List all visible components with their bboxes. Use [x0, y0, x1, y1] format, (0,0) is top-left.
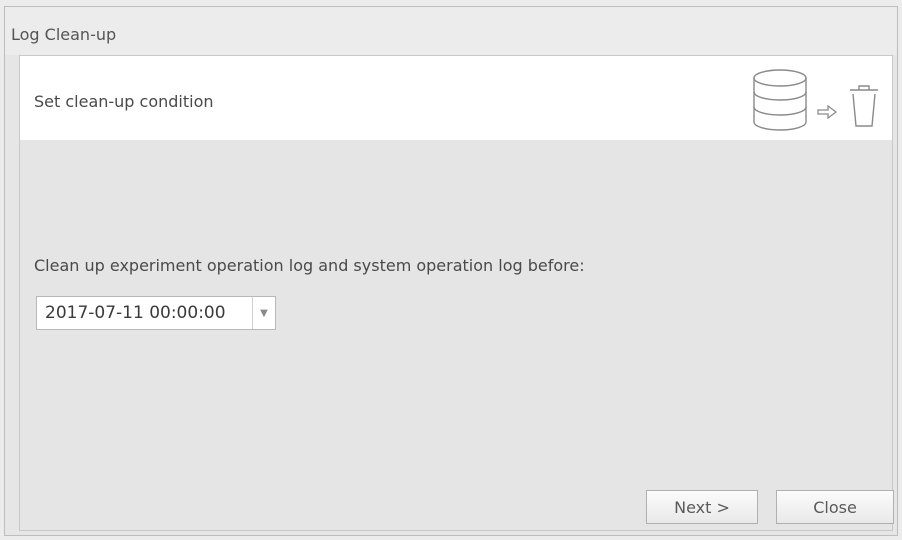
title-bar: Log Clean-up — [5, 7, 897, 55]
arrow-right-icon — [817, 104, 838, 120]
next-button[interactable]: Next > — [646, 490, 758, 524]
cleanup-prompt: Clean up experiment operation log and sy… — [34, 256, 585, 275]
step-title: Set clean-up condition — [34, 92, 214, 111]
log-cleanup-dialog: Log Clean-up Set clean-up condition Clea… — [4, 6, 898, 536]
cleanup-illustration — [753, 69, 878, 131]
dialog-title: Log Clean-up — [11, 25, 117, 44]
header-band: Set clean-up condition — [20, 56, 892, 140]
database-icon — [753, 69, 807, 131]
chevron-down-icon[interactable]: ▼ — [252, 297, 275, 329]
date-time-picker[interactable]: 2017-07-11 00:00:00 ▼ — [36, 296, 276, 330]
trash-icon — [850, 85, 878, 127]
dialog-content: Set clean-up condition Clean up experime… — [19, 55, 894, 531]
date-time-value[interactable]: 2017-07-11 00:00:00 — [37, 303, 252, 323]
close-button[interactable]: Close — [776, 490, 894, 524]
